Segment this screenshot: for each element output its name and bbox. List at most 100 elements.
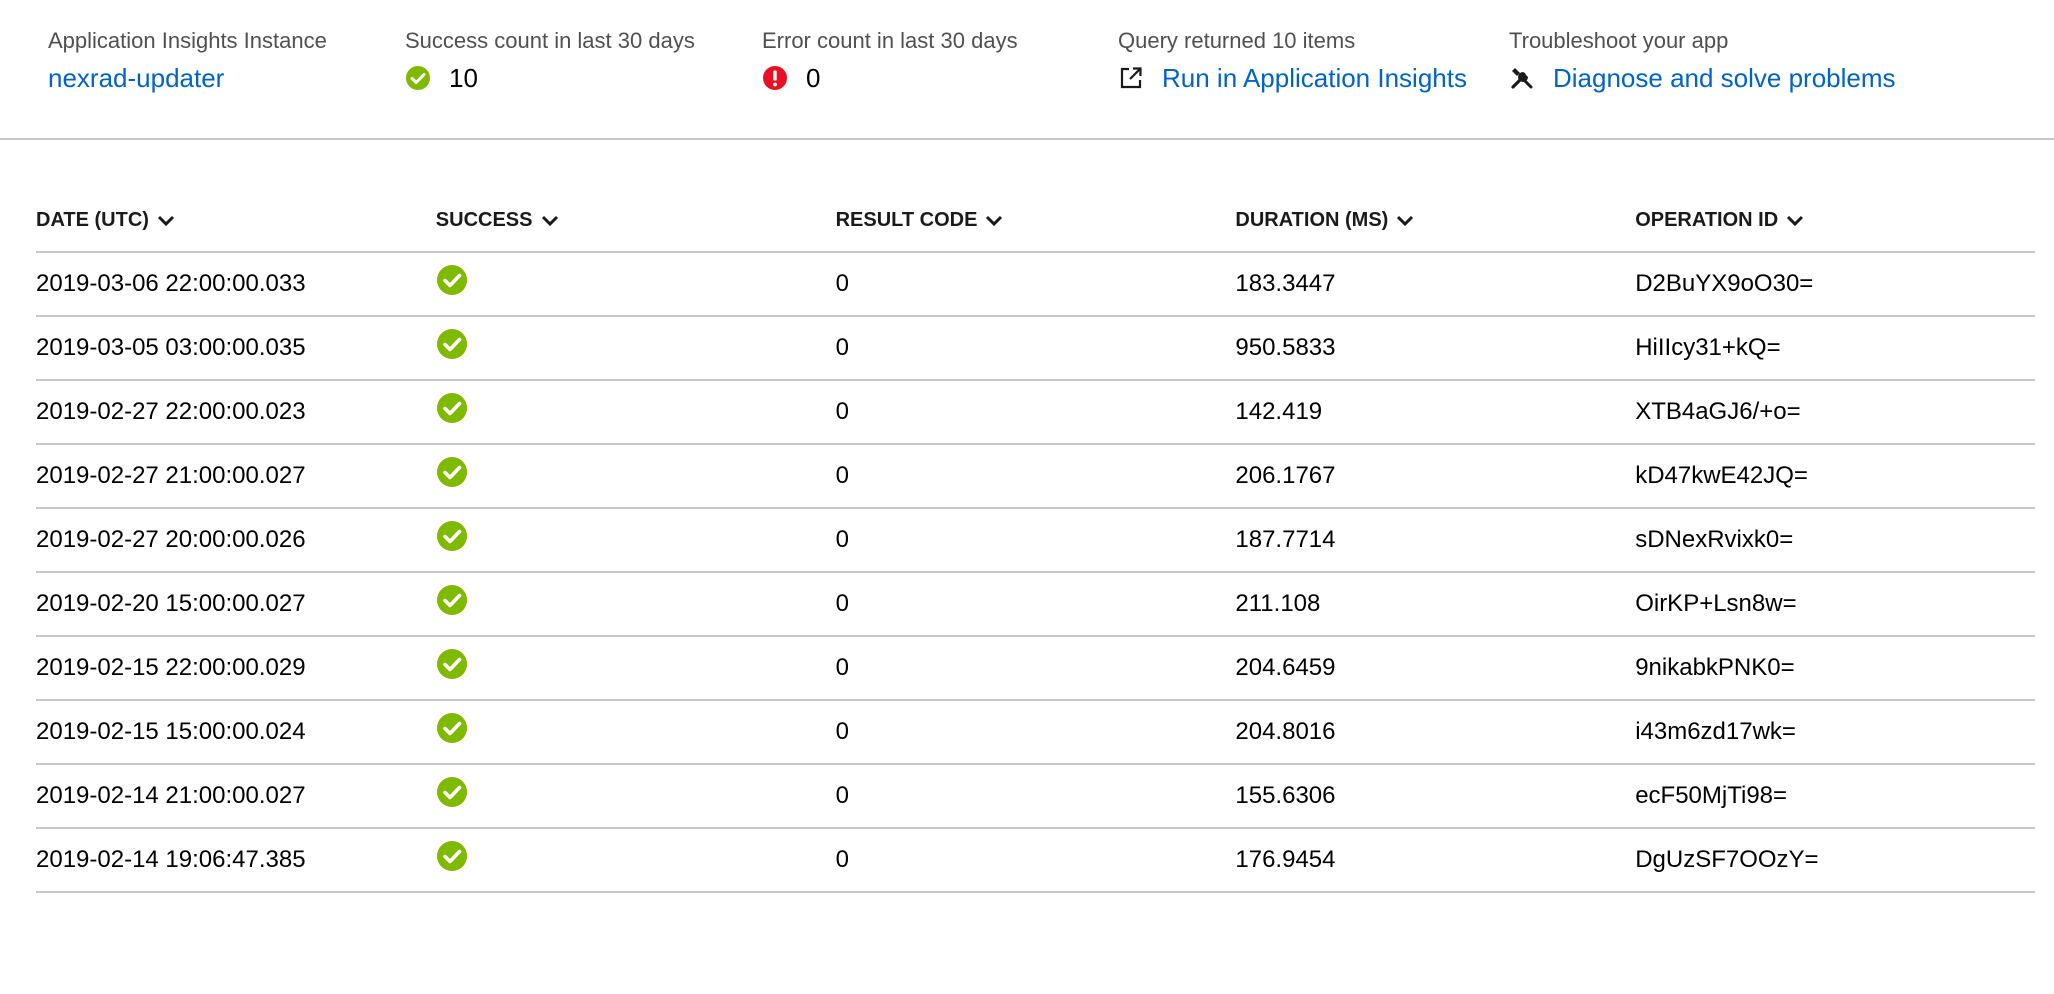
- result-code-cell: 0: [835, 846, 849, 873]
- diagnose-problems-link[interactable]: Diagnose and solve problems: [1553, 61, 1896, 95]
- operation-id-cell: ecF50MjTi98=: [1635, 782, 1788, 809]
- result-code-cell: 0: [835, 526, 849, 553]
- date-cell: 2019-02-15 15:00:00.024: [36, 718, 306, 745]
- summary-bar: Application Insights Instance nexrad-upd…: [0, 0, 2054, 140]
- table-row[interactable]: 2019-02-15 22:00:00.029 0 204.6459 9nika…: [36, 637, 2035, 701]
- result-code-cell: 0: [835, 718, 849, 745]
- chevron-down-icon[interactable]: [1396, 215, 1414, 227]
- result-code-cell: 0: [835, 590, 849, 617]
- error-count-value: 0: [806, 63, 821, 93]
- table-row[interactable]: 2019-02-14 19:06:47.385 0 176.9454 DgUzS…: [36, 829, 2035, 893]
- success-cell: [436, 637, 836, 699]
- instance-link[interactable]: nexrad-updater: [48, 61, 224, 95]
- date-cell: 2019-02-14 21:00:00.027: [36, 782, 306, 809]
- result-code-cell: 0: [835, 462, 849, 489]
- duration-cell: 155.6306: [1235, 782, 1336, 809]
- troubleshoot-label: Troubleshoot your app: [1509, 28, 1729, 53]
- duration-cell: 206.1767: [1235, 462, 1336, 489]
- column-header-operation-id[interactable]: OPERATION ID: [1635, 209, 2035, 232]
- table-row[interactable]: 2019-02-27 20:00:00.026 0 187.7714 sDNex…: [36, 509, 2035, 573]
- table-row[interactable]: 2019-02-20 15:00:00.027 0 211.108 OirKP+…: [36, 573, 2035, 637]
- duration-cell: 950.5833: [1235, 334, 1336, 361]
- operation-id-cell: 9nikabkPNK0=: [1635, 654, 1795, 681]
- success-check-icon: [436, 328, 468, 360]
- column-header-date[interactable]: DATE (UTC): [36, 209, 436, 232]
- date-cell: 2019-02-15 22:00:00.029: [36, 654, 306, 681]
- column-header-result-code[interactable]: RESULT CODE: [836, 209, 1236, 232]
- column-header-label: DATE (UTC): [36, 209, 149, 231]
- summary-query: Query returned 10 items Run in Applicati…: [1118, 27, 1467, 95]
- result-code-cell: 0: [835, 334, 849, 361]
- success-check-icon: [436, 840, 468, 872]
- chevron-down-icon[interactable]: [985, 215, 1003, 227]
- success-cell: [436, 445, 836, 507]
- query-result-label: Query returned 10 items: [1118, 28, 1356, 53]
- column-header-label: OPERATION ID: [1635, 209, 1779, 231]
- date-cell: 2019-02-27 22:00:00.023: [36, 398, 306, 425]
- date-cell: 2019-03-05 03:00:00.035: [36, 334, 306, 361]
- result-code-cell: 0: [835, 398, 849, 425]
- table-row[interactable]: 2019-02-27 21:00:00.027 0 206.1767 kD47k…: [36, 445, 2035, 509]
- success-cell: [436, 573, 836, 635]
- table-row[interactable]: 2019-03-05 03:00:00.035 0 950.5833 HiIIc…: [36, 317, 2035, 381]
- table-row[interactable]: 2019-02-15 15:00:00.024 0 204.8016 i43m6…: [36, 701, 2035, 765]
- result-code-cell: 0: [835, 654, 849, 681]
- duration-cell: 204.8016: [1235, 718, 1336, 745]
- operation-id-cell: D2BuYX9oO30=: [1635, 270, 1814, 297]
- success-check-icon: [436, 648, 468, 680]
- success-cell: [436, 509, 836, 571]
- summary-success-count: Success count in last 30 days 10: [405, 27, 695, 95]
- success-cell: [436, 317, 836, 379]
- success-check-icon: [436, 264, 468, 296]
- operation-id-cell: kD47kwE42JQ=: [1635, 462, 1808, 489]
- success-cell: [436, 701, 836, 763]
- operation-id-cell: HiIIcy31+kQ=: [1635, 334, 1781, 361]
- result-code-cell: 0: [835, 270, 849, 297]
- success-count-label: Success count in last 30 days: [405, 28, 695, 53]
- table-row[interactable]: 2019-02-27 22:00:00.023 0 142.419 XTB4aG…: [36, 381, 2035, 445]
- success-count-value: 10: [449, 63, 478, 93]
- table-header: DATE (UTC) SUCCESS RESULT CODE DURATION …: [36, 190, 2035, 253]
- duration-cell: 176.9454: [1235, 846, 1336, 873]
- success-check-icon: [436, 520, 468, 552]
- duration-cell: 187.7714: [1235, 526, 1336, 553]
- table-body: 2019-03-06 22:00:00.033 0 183.3447 D2BuY…: [36, 253, 2035, 893]
- error-count-label: Error count in last 30 days: [762, 28, 1018, 53]
- chevron-down-icon[interactable]: [157, 215, 175, 227]
- success-check-icon: [436, 456, 468, 488]
- success-cell: [436, 765, 836, 827]
- operation-id-cell: OirKP+Lsn8w=: [1635, 590, 1797, 617]
- error-exclamation-icon: [762, 65, 788, 91]
- success-cell: [436, 381, 836, 443]
- duration-cell: 204.6459: [1235, 654, 1336, 681]
- table-row[interactable]: 2019-03-06 22:00:00.033 0 183.3447 D2BuY…: [36, 253, 2035, 317]
- column-header-success[interactable]: SUCCESS: [436, 209, 836, 232]
- date-cell: 2019-02-20 15:00:00.027: [36, 590, 306, 617]
- instance-label: Application Insights Instance: [48, 28, 327, 53]
- success-check-icon: [436, 712, 468, 744]
- column-header-label: SUCCESS: [435, 209, 533, 231]
- chevron-down-icon[interactable]: [541, 215, 559, 227]
- result-code-cell: 0: [835, 782, 849, 809]
- duration-cell: 211.108: [1235, 590, 1321, 617]
- column-header-duration[interactable]: DURATION (MS): [1235, 209, 1635, 232]
- date-cell: 2019-02-14 19:06:47.385: [36, 846, 306, 873]
- success-check-icon: [436, 392, 468, 424]
- date-cell: 2019-03-06 22:00:00.033: [36, 270, 306, 297]
- run-in-app-insights-link[interactable]: Run in Application Insights: [1162, 61, 1467, 95]
- duration-cell: 142.419: [1235, 398, 1323, 425]
- success-check-icon: [405, 65, 431, 91]
- date-cell: 2019-02-27 21:00:00.027: [36, 462, 306, 489]
- success-cell: [436, 829, 836, 891]
- table-row[interactable]: 2019-02-14 21:00:00.027 0 155.6306 ecF50…: [36, 765, 2035, 829]
- operation-id-cell: XTB4aGJ6/+o=: [1635, 398, 1801, 425]
- duration-cell: 183.3447: [1235, 270, 1336, 297]
- wrench-screwdriver-icon[interactable]: [1509, 65, 1535, 91]
- external-link-icon[interactable]: [1118, 65, 1144, 91]
- chevron-down-icon[interactable]: [1786, 215, 1804, 227]
- operation-id-cell: i43m6zd17wk=: [1635, 718, 1796, 745]
- operation-id-cell: DgUzSF7OOzY=: [1635, 846, 1819, 873]
- summary-error-count: Error count in last 30 days 0: [762, 27, 1018, 95]
- operation-id-cell: sDNexRvixk0=: [1635, 526, 1794, 553]
- success-cell: [436, 253, 836, 315]
